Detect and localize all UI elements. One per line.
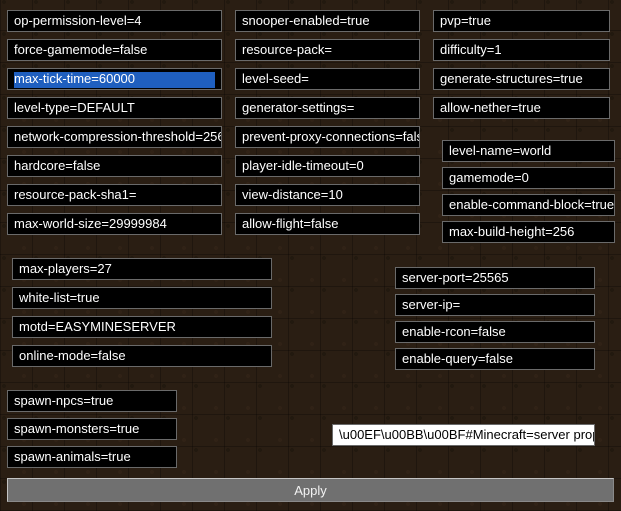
value: max-build-height=256 (449, 222, 574, 242)
value: max-tick-time=60000 (14, 69, 135, 89)
value: generator-settings= (242, 98, 354, 118)
value: force-gamemode=false (14, 40, 147, 60)
field-generator-settings[interactable]: generator-settings= (235, 97, 420, 119)
value: online-mode=false (19, 346, 126, 366)
apply-label: Apply (294, 483, 327, 498)
value: generate-structures=true (440, 69, 583, 89)
value: enable-rcon=false (402, 322, 506, 342)
field-server-port[interactable]: server-port=25565 (395, 267, 595, 289)
value: \u00EF\u00BB\u00BF#Minecraft=server prop… (339, 425, 595, 445)
field-view-distance[interactable]: view-distance=10 (235, 184, 420, 206)
field-resource-pack-sha1[interactable]: resource-pack-sha1= (7, 184, 222, 206)
field-spawn-npcs[interactable]: spawn-npcs=true (7, 390, 177, 412)
value: spawn-animals=true (14, 447, 131, 467)
field-hardcore[interactable]: hardcore=false (7, 155, 222, 177)
value: gamemode=0 (449, 168, 529, 188)
field-max-tick-time[interactable]: max-tick-time=60000 (7, 68, 222, 90)
value: max-world-size=29999984 (14, 214, 167, 234)
field-spawn-monsters[interactable]: spawn-monsters=true (7, 418, 177, 440)
value: difficulty=1 (440, 40, 502, 60)
field-level-name[interactable]: level-name=world (442, 140, 615, 162)
field-gamemode[interactable]: gamemode=0 (442, 167, 615, 189)
field-prevent-proxy-connections[interactable]: prevent-proxy-connections=false (235, 126, 420, 148)
value: motd=EASYMINESERVER (19, 317, 176, 337)
value: prevent-proxy-connections=false (242, 127, 420, 147)
field-level-type[interactable]: level-type=DEFAULT (7, 97, 222, 119)
value: spawn-npcs=true (14, 391, 113, 411)
value: hardcore=false (14, 156, 100, 176)
value: level-type=DEFAULT (14, 98, 135, 118)
value: server-port=25565 (402, 268, 509, 288)
field-max-players[interactable]: max-players=27 (12, 258, 272, 280)
field-server-ip[interactable]: server-ip= (395, 294, 595, 316)
field-allow-flight[interactable]: allow-flight=false (235, 213, 420, 235)
value: level-seed= (242, 69, 309, 89)
field-online-mode[interactable]: online-mode=false (12, 345, 272, 367)
value: snooper-enabled=true (242, 11, 370, 31)
value: enable-command-block=true (449, 195, 614, 215)
field-max-build-height[interactable]: max-build-height=256 (442, 221, 615, 243)
field-snooper-enabled[interactable]: snooper-enabled=true (235, 10, 420, 32)
field-force-gamemode[interactable]: force-gamemode=false (7, 39, 222, 61)
value: view-distance=10 (242, 185, 343, 205)
field-enable-command-block[interactable]: enable-command-block=true (442, 194, 615, 216)
field-pvp[interactable]: pvp=true (433, 10, 610, 32)
field-enable-rcon[interactable]: enable-rcon=false (395, 321, 595, 343)
field-header-line[interactable]: \u00EF\u00BB\u00BF#Minecraft=server prop… (332, 424, 595, 446)
value: max-players=27 (19, 259, 112, 279)
field-generate-structures[interactable]: generate-structures=true (433, 68, 610, 90)
field-enable-query[interactable]: enable-query=false (395, 348, 595, 370)
value: player-idle-timeout=0 (242, 156, 364, 176)
field-allow-nether[interactable]: allow-nether=true (433, 97, 610, 119)
field-op-permission-level[interactable]: op-permission-level=4 (7, 10, 222, 32)
value: allow-flight=false (242, 214, 338, 234)
field-player-idle-timeout[interactable]: player-idle-timeout=0 (235, 155, 420, 177)
value: op-permission-level=4 (14, 11, 142, 31)
value: level-name=world (449, 141, 551, 161)
field-level-seed[interactable]: level-seed= (235, 68, 420, 90)
field-network-compression-threshold[interactable]: network-compression-threshold=256 (7, 126, 222, 148)
value: allow-nether=true (440, 98, 541, 118)
field-spawn-animals[interactable]: spawn-animals=true (7, 446, 177, 468)
value: pvp=true (440, 11, 491, 31)
value: enable-query=false (402, 349, 513, 369)
value: server-ip= (402, 295, 460, 315)
value: network-compression-threshold=256 (14, 127, 222, 147)
field-motd[interactable]: motd=EASYMINESERVER (12, 316, 272, 338)
field-max-world-size[interactable]: max-world-size=29999984 (7, 213, 222, 235)
value: resource-pack= (242, 40, 332, 60)
value: white-list=true (19, 288, 100, 308)
field-difficulty[interactable]: difficulty=1 (433, 39, 610, 61)
apply-button[interactable]: Apply (7, 478, 614, 502)
field-resource-pack[interactable]: resource-pack= (235, 39, 420, 61)
field-white-list[interactable]: white-list=true (12, 287, 272, 309)
value: resource-pack-sha1= (14, 185, 136, 205)
value: spawn-monsters=true (14, 419, 139, 439)
